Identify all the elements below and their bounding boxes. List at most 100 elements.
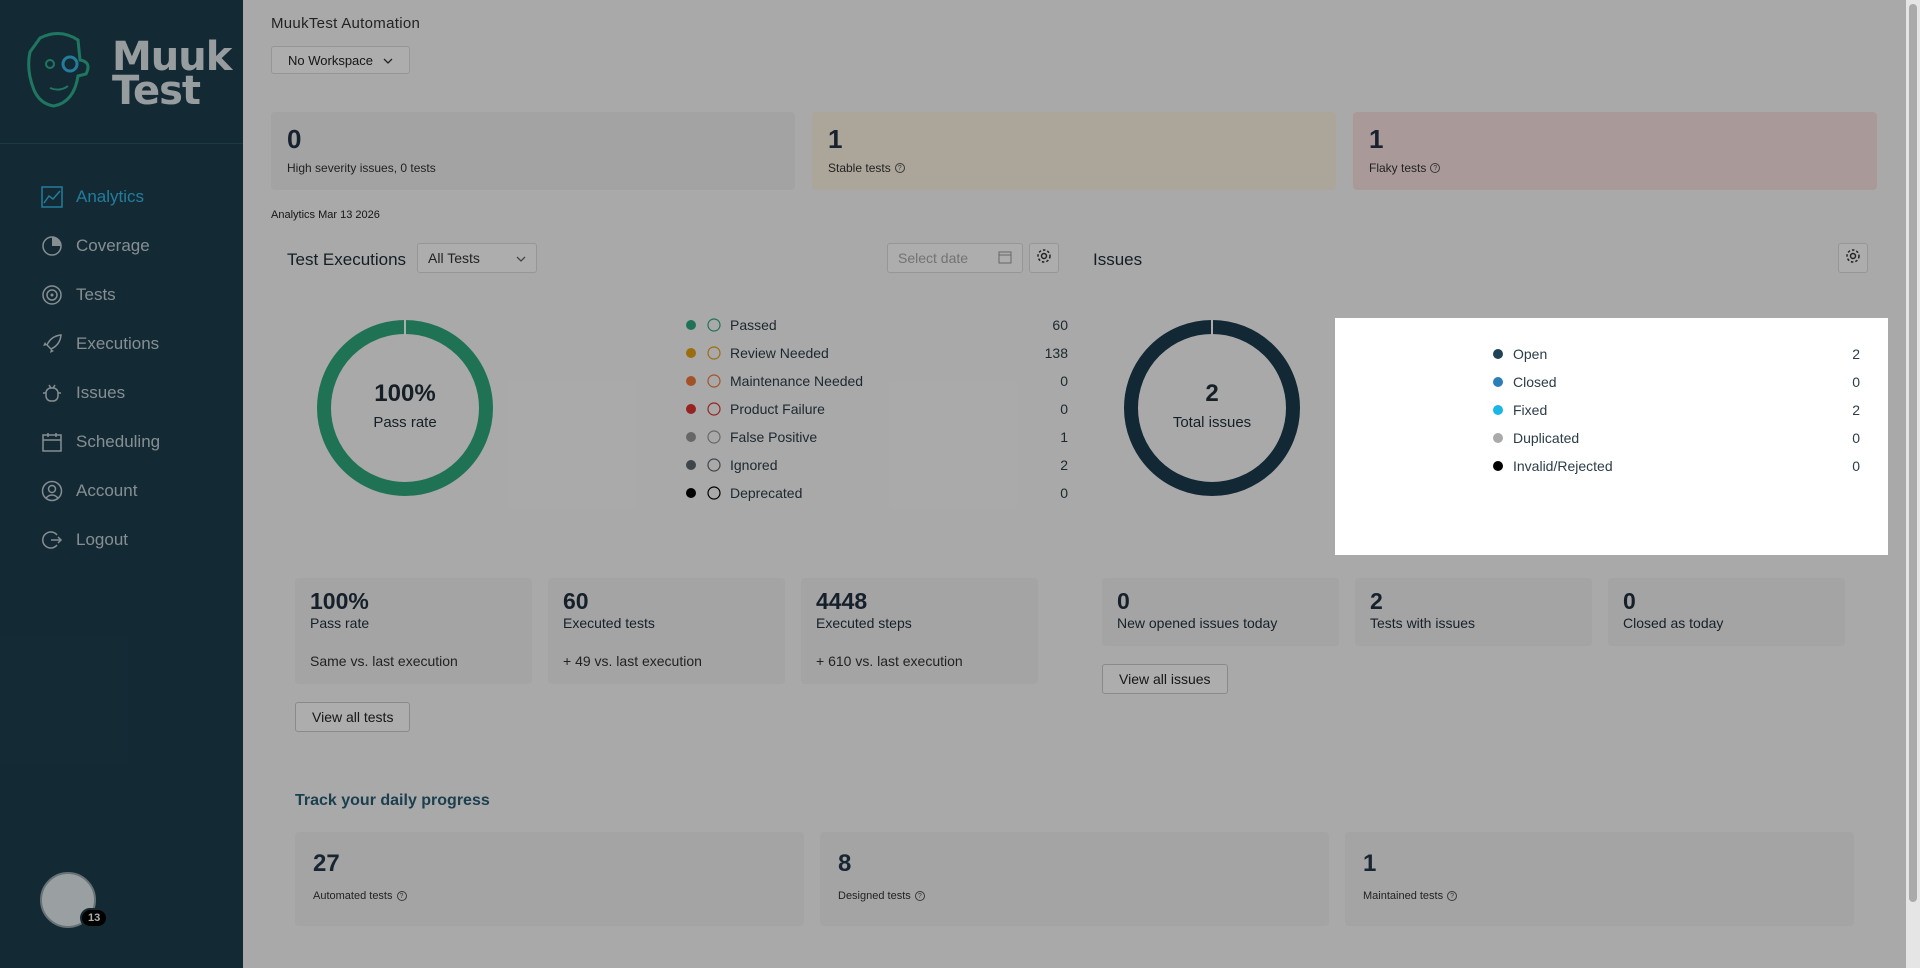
- help-icon[interactable]: ?: [1430, 163, 1441, 173]
- legend-value: 2: [1060, 457, 1068, 473]
- kpi-number: 4448: [816, 588, 868, 614]
- sidebar-item-coverage[interactable]: Coverage: [0, 221, 243, 270]
- executions-settings-button[interactable]: [1029, 243, 1059, 273]
- sidebar-item-tests[interactable]: Tests: [0, 270, 243, 319]
- sidebar: Muuk Test Analytics Coverage Tests Execu…: [0, 0, 243, 968]
- kpi-label: Pass rate: [310, 615, 370, 631]
- sidebar-item-analytics[interactable]: Analytics: [0, 172, 243, 221]
- chart-icon: [40, 185, 64, 209]
- stat-number: 1: [1369, 124, 1384, 154]
- legend-dot: [686, 432, 696, 442]
- legend-dot: [686, 376, 696, 386]
- stat-number: 1: [828, 124, 843, 154]
- legend-value: 2: [1852, 346, 1860, 362]
- pass-rate-center: 100% Pass rate: [315, 380, 495, 431]
- legend-item: Closed 0: [1493, 368, 1860, 396]
- kpi-number: 0: [1117, 588, 1130, 614]
- bug-icon: [40, 381, 64, 405]
- logout-icon: [40, 528, 64, 552]
- legend-dot: [686, 404, 696, 414]
- legend-value: 0: [1060, 373, 1068, 389]
- issues-legend: Open 2 Closed 0 Fixed 2 Duplicated 0 Invalid/Rej…: [1493, 340, 1860, 480]
- calendar-icon: [40, 430, 64, 454]
- muuk-face-logo-icon: [27, 32, 90, 108]
- legend-item: False Positive 1: [686, 423, 1068, 451]
- stat-card-high-severity: 0 High severity issues, 0 tests: [271, 112, 795, 190]
- user-icon: [40, 479, 64, 503]
- legend-label: Deprecated: [730, 485, 803, 501]
- kpi-tests-with-issues: 2 Tests with issues: [1355, 578, 1592, 646]
- target-icon: [40, 283, 64, 307]
- logo[interactable]: Muuk Test: [0, 0, 243, 144]
- gear-icon: [1845, 248, 1861, 269]
- page-title: MuukTest Automation: [271, 15, 421, 32]
- legend-dot: [1493, 349, 1503, 359]
- sidebar-item-scheduling[interactable]: Scheduling: [0, 417, 243, 466]
- stat-label: Stable tests: [828, 161, 891, 175]
- kpi-sub: Same vs. last execution: [310, 653, 458, 669]
- status-icon: [706, 373, 722, 389]
- date-picker[interactable]: Select date: [887, 243, 1023, 273]
- sidebar-item-label: Tests: [76, 284, 116, 304]
- kpi-label: Tests with issues: [1370, 615, 1476, 631]
- view-all-issues-button[interactable]: View all issues: [1102, 664, 1228, 694]
- kpi-label: New opened issues today: [1117, 615, 1278, 631]
- legend-dot: [1493, 461, 1503, 471]
- legend-item: Review Needed 138: [686, 339, 1068, 367]
- progress-number: 1: [1363, 850, 1377, 877]
- help-icon[interactable]: ?: [396, 891, 407, 901]
- progress-label: Designed tests: [838, 890, 911, 902]
- scrollbar-thumb[interactable]: [1909, 4, 1917, 902]
- issues-legend-spotlight: Open 2 Closed 0 Fixed 2 Duplicated 0 Invalid/Rej…: [1335, 318, 1888, 555]
- kpi-pass-rate: 100% Pass rate Same vs. last execution: [295, 578, 532, 684]
- kpi-sub: + 610 vs. last execution: [816, 653, 963, 669]
- progress-number: 27: [313, 850, 340, 877]
- status-icon: [706, 429, 722, 445]
- sidebar-item-executions[interactable]: Executions: [0, 319, 243, 368]
- legend-label: Duplicated: [1513, 430, 1580, 446]
- issues-settings-button[interactable]: [1838, 243, 1868, 273]
- sidebar-item-account[interactable]: Account: [0, 466, 243, 515]
- issues-center: 2 Total issues: [1122, 380, 1302, 431]
- kpi-executed-steps: 4448 Executed steps + 610 vs. last execu…: [801, 578, 1038, 684]
- workspace-dropdown[interactable]: No Workspace: [271, 46, 411, 74]
- legend-dot: [686, 460, 696, 470]
- help-icon[interactable]: ?: [914, 891, 925, 901]
- legend-dot: [686, 348, 696, 358]
- legend-dot: [1493, 377, 1503, 387]
- sidebar-item-label: Account: [76, 480, 138, 500]
- progress-number: 8: [838, 850, 852, 877]
- kpi-closed-today: 0 Closed as today: [1608, 578, 1845, 646]
- pass-rate-label: Pass rate: [373, 414, 437, 431]
- progress-label: Maintained tests: [1363, 890, 1444, 902]
- sidebar-item-issues[interactable]: Issues: [0, 368, 243, 417]
- legend-dot: [1493, 433, 1503, 443]
- sidebar-item-logout[interactable]: Logout: [0, 515, 243, 564]
- view-all-tests-button[interactable]: View all tests: [295, 702, 411, 732]
- pie-icon: [40, 234, 64, 258]
- kpi-number: 2: [1370, 588, 1383, 614]
- notification-badge: 13: [80, 908, 109, 928]
- help-icon[interactable]: ?: [894, 163, 905, 173]
- legend-label: Passed: [730, 317, 777, 333]
- legend-item: Fixed 2: [1493, 396, 1860, 424]
- status-icon: [706, 345, 722, 361]
- legend-dot: [1493, 405, 1503, 415]
- executions-legend: Passed 60 Review Needed 138 Maintenance Need…: [686, 311, 1068, 507]
- legend-value: 0: [1060, 401, 1068, 417]
- tests-filter-select[interactable]: All Tests: [417, 243, 537, 273]
- legend-item: Product Failure 0: [686, 395, 1068, 423]
- help-icon[interactable]: ?: [1447, 891, 1458, 901]
- legend-value: 0: [1852, 430, 1860, 446]
- legend-label: Open: [1513, 346, 1548, 362]
- legend-value: 0: [1852, 458, 1860, 474]
- legend-label: Fixed: [1513, 402, 1548, 418]
- progress-card-designed: 8 Designed tests?: [820, 832, 1329, 926]
- status-icon: [706, 317, 722, 333]
- executions-title: Test Executions: [287, 250, 407, 269]
- legend-value: 1: [1060, 429, 1068, 445]
- sidebar-item-label: Executions: [76, 333, 160, 353]
- stat-card-flaky: 1 Flaky tests?: [1353, 112, 1877, 190]
- analytics-date: Analytics Mar 13 2026: [271, 209, 380, 221]
- scrollbar[interactable]: [1906, 0, 1920, 968]
